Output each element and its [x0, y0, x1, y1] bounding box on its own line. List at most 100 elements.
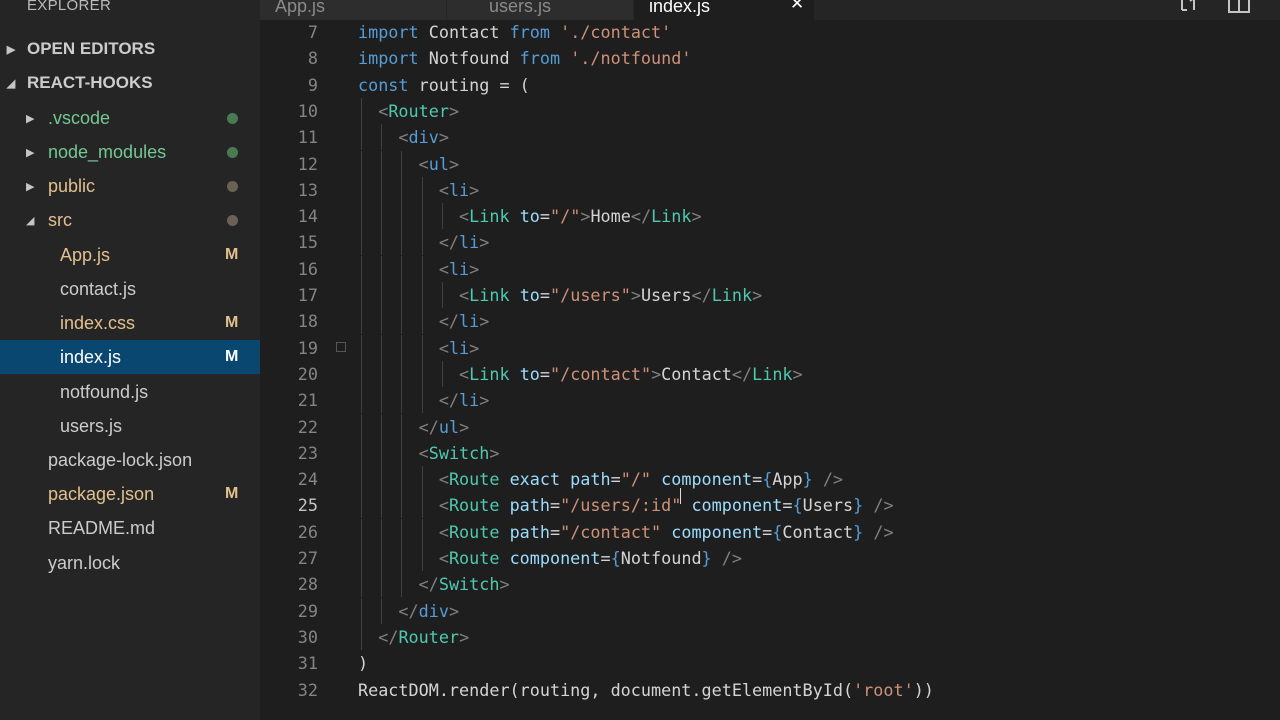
code-text: import Notfound from './notfound' [358, 45, 691, 71]
code-line[interactable]: 29 </div> [260, 597, 1280, 624]
code-token: Home [590, 206, 631, 227]
code-token: > [499, 574, 510, 595]
code-line[interactable]: 24 <Route exact path="/" component={App}… [260, 466, 1280, 493]
code-line[interactable]: 25 <Route path="/users/:id" component={U… [260, 492, 1280, 519]
tree-item-label: notfound.js [60, 381, 149, 402]
tree-item[interactable]: notfound.js [0, 375, 260, 409]
code-token: import [358, 48, 429, 69]
code-token: > [479, 390, 490, 411]
code-line[interactable]: 13 <li> [260, 176, 1280, 203]
explorer-sidebar: EXPLORER ▶ OPEN EDITORS ◢ REACT-HOOKS ▶.… [0, 0, 260, 720]
code-token: './notfound' [570, 48, 692, 69]
open-editors-section[interactable]: ▶ OPEN EDITORS [0, 32, 260, 66]
line-number: 8 [307, 48, 318, 69]
split-editor-icon[interactable] [1227, 0, 1251, 16]
tab-users-js[interactable]: users.js [447, 0, 633, 20]
tree-item[interactable]: ◢ src [0, 203, 260, 237]
tree-item[interactable]: ▶ node_modules [0, 135, 260, 169]
code-token: </ [691, 285, 712, 305]
code-line[interactable]: 11 <div> [260, 124, 1280, 151]
code-line[interactable]: 19 <li> [260, 334, 1280, 361]
code-text: </li> [358, 229, 490, 255]
code-text: <Router> [358, 98, 459, 124]
code-line[interactable]: 9 const routing = ( [260, 72, 1280, 98]
code-line[interactable]: 18 </li> [260, 308, 1280, 335]
tree-item-label: package-lock.json [48, 449, 193, 470]
code-line[interactable]: 21 </li> [260, 387, 1280, 414]
code-text: <li> [358, 335, 479, 361]
code-token: < [438, 495, 449, 516]
code-token: Link [752, 363, 793, 384]
code-token: './contact' [560, 22, 672, 42]
tree-item[interactable]: README.md [0, 511, 260, 545]
code-token: } [853, 521, 864, 542]
code-line[interactable]: 28 </Switch> [260, 571, 1280, 598]
code-line[interactable]: 12 <ul> [260, 150, 1280, 177]
code-token: = [549, 521, 561, 542]
code-token: component [661, 469, 753, 490]
code-text: <Switch> [358, 440, 500, 466]
code-line[interactable]: 30 </Router> [260, 623, 1280, 650]
code-token: > [448, 600, 460, 621]
tree-item[interactable]: users.js [0, 409, 260, 443]
code-line[interactable]: 16 <li> [260, 255, 1280, 282]
line-number: 19 [297, 337, 318, 358]
code-line[interactable]: 23 <Switch> [260, 439, 1280, 466]
line-number: 24 [297, 469, 318, 490]
code-token: li [459, 390, 480, 411]
code-token: < [438, 258, 449, 279]
tree-item[interactable]: ▶ .vscode [0, 101, 260, 135]
tab-app-js[interactable]: App.js [260, 0, 446, 20]
code-token: div [408, 127, 439, 148]
tree-item[interactable]: contact.js [0, 272, 260, 306]
code-line[interactable]: 14 <Link to="/">Home</Link> [260, 203, 1280, 230]
project-section[interactable]: ◢ REACT-HOOKS [0, 66, 260, 100]
close-icon[interactable]: ✕ [790, 0, 804, 12]
code-line[interactable]: 31) [260, 650, 1280, 676]
code-line[interactable]: 22 </ul> [260, 413, 1280, 440]
code-token: > [469, 258, 480, 279]
code-token: Link [651, 206, 692, 227]
code-token: to [519, 285, 540, 305]
split-compare-icon[interactable] [1178, 0, 1202, 16]
code-text: <Route path="/contact" component={Contac… [358, 519, 894, 545]
tab-index-js[interactable]: index.js ✕ [634, 0, 814, 20]
code-line[interactable]: 20 <Link to="/contact">Contact</Link> [260, 360, 1280, 387]
line-number: 32 [297, 679, 318, 700]
code-line[interactable]: 26 <Route path="/contact" component={Con… [260, 518, 1280, 545]
code-line[interactable]: 27 <Route component={Notfound} /> [260, 545, 1280, 571]
code-editor[interactable]: 7 import Contact from './contact' 8 import … [260, 20, 1280, 720]
code-token: component [509, 548, 601, 568]
tree-item[interactable]: yarn.lock [0, 546, 260, 580]
code-line[interactable]: 10 <Router> [260, 97, 1280, 124]
code-token: li [448, 258, 470, 279]
code-token: > [448, 153, 460, 174]
code-line[interactable]: 17 <Link to="/users">Users</Link> [260, 282, 1280, 308]
tree-item[interactable]: ▶ public [0, 169, 260, 203]
code-token: Notfound [428, 48, 520, 69]
code-token: > [448, 100, 460, 121]
code-line[interactable]: 32 ReactDOM.render(routing, document.getE… [260, 677, 1280, 703]
code-text: ReactDOM.render(routing, document.getEle… [358, 677, 934, 703]
code-token: li [448, 337, 470, 358]
tree-item[interactable]: App.js M [0, 238, 260, 272]
tree-item[interactable]: index.js M [0, 340, 260, 374]
tree-item[interactable]: index.css M [0, 306, 260, 340]
code-token: Link [469, 206, 520, 227]
tree-item[interactable]: package.json M [0, 477, 260, 511]
tree-item-label: yarn.lock [48, 552, 121, 573]
tree-item-label: package.json [48, 483, 155, 504]
code-token: > [580, 206, 591, 227]
code-line[interactable]: 8 import Notfound from './notfound' [260, 45, 1280, 71]
tree-item[interactable]: package-lock.json [0, 443, 260, 477]
code-token: "/users/:id" [560, 495, 692, 516]
code-line[interactable]: 7 import Contact from './contact' [260, 19, 1280, 45]
code-line[interactable]: 15 </li> [260, 229, 1280, 256]
code-token: } [802, 469, 813, 490]
fold-icon[interactable] [336, 341, 346, 352]
